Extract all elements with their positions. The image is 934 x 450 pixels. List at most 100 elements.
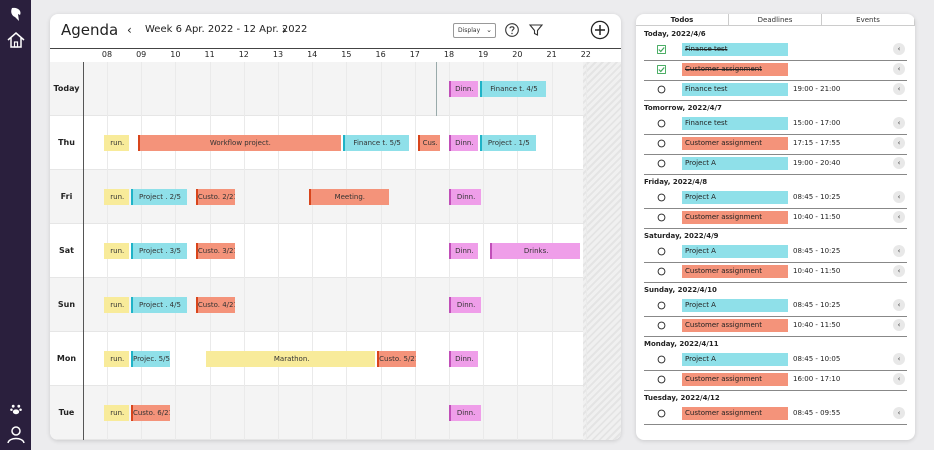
checkbox-circle-icon[interactable] — [657, 193, 666, 202]
tab-events[interactable]: Events — [822, 14, 915, 26]
calendar-event[interactable]: run. — [103, 243, 129, 259]
tab-todos[interactable]: Todos — [636, 14, 729, 26]
paw-icon[interactable] — [9, 402, 23, 416]
checkbox-circle-icon[interactable] — [657, 409, 666, 418]
calendar-event[interactable]: Marathon. — [206, 351, 376, 367]
checkbox-checked-icon[interactable] — [657, 45, 666, 54]
calendar-event[interactable]: Meeting. — [308, 189, 389, 205]
calendar-event[interactable]: Finance t. 5/5 — [342, 135, 410, 151]
user-icon[interactable] — [6, 424, 26, 444]
todo-time: 08:45 - 10:25 — [793, 301, 841, 309]
todo-item: Customer assignment 10:40 - 11:50 ‹ — [644, 263, 907, 283]
chevron-left-icon[interactable]: ‹ — [893, 191, 905, 203]
calendar-event[interactable]: Custo. 5/21 — [377, 351, 417, 367]
calendar-event[interactable]: run. — [103, 351, 129, 367]
hour-label: 11 — [204, 50, 215, 59]
logo-icon[interactable] — [6, 5, 26, 25]
home-icon[interactable] — [6, 30, 26, 50]
day-column-separator — [83, 62, 84, 440]
chevron-left-icon[interactable]: ‹ — [893, 353, 905, 365]
calendar-event[interactable]: Dinn. — [449, 189, 482, 205]
section-heading: Tomorrow, 2022/4/7 — [644, 104, 722, 112]
calendar-event[interactable]: run. — [103, 297, 129, 313]
chevron-left-icon[interactable]: ‹ — [893, 117, 905, 129]
add-icon[interactable] — [590, 20, 610, 40]
chevron-left-icon[interactable]: ‹ — [893, 211, 905, 223]
todo-item: Customer assignment 08:45 - 09:55 ‹ — [644, 405, 907, 425]
calendar-event[interactable]: Custo. 2/21 — [195, 189, 235, 205]
calendar-event[interactable]: Dinn. — [449, 81, 478, 97]
chevron-left-icon[interactable]: ‹ — [893, 157, 905, 169]
calendar-event[interactable]: Workflow project. — [137, 135, 341, 151]
todo-item: Project A 08:45 - 10:05 ‹ — [644, 351, 907, 371]
calendar-event[interactable]: Project . 3/5 — [130, 243, 188, 259]
checkbox-circle-icon[interactable] — [657, 355, 666, 364]
checkbox-circle-icon[interactable] — [657, 247, 666, 256]
checkbox-circle-icon[interactable] — [657, 119, 666, 128]
calendar-event[interactable]: run. — [103, 189, 129, 205]
calendar-event[interactable]: Dinn. — [449, 297, 482, 313]
calendar-event[interactable]: Dinn. — [449, 351, 478, 367]
section-heading: Monday, 2022/4/11 — [644, 340, 719, 348]
hour-gridline — [483, 62, 485, 440]
checkbox-circle-icon[interactable] — [657, 85, 666, 94]
chevron-left-icon[interactable]: ‹ — [893, 407, 905, 419]
todo-time: 08:45 - 10:25 — [793, 247, 841, 255]
day-label: Mon — [56, 354, 77, 363]
calendar-event[interactable]: Dinn. — [449, 243, 478, 259]
hour-gridline — [278, 62, 279, 440]
hour-label: 09 — [136, 50, 147, 59]
section-heading: Saturday, 2022/4/9 — [644, 232, 719, 240]
calendar-event[interactable]: Project . 4/5 — [130, 297, 188, 313]
calendar-event[interactable]: Custo. 6/21 — [130, 405, 170, 421]
chevron-left-icon[interactable]: ‹ — [893, 43, 905, 55]
day-label: Sun — [57, 300, 76, 309]
prev-week-button[interactable]: ‹ — [127, 23, 132, 37]
hour-gridline — [585, 62, 587, 440]
checkbox-checked-icon[interactable] — [657, 65, 666, 74]
checkbox-circle-icon[interactable] — [657, 139, 666, 148]
tab-deadlines[interactable]: Deadlines — [729, 14, 822, 26]
hour-gridline — [380, 62, 382, 440]
chevron-left-icon[interactable]: ‹ — [893, 63, 905, 75]
chevron-left-icon[interactable]: ‹ — [893, 319, 905, 331]
calendar-event[interactable]: run. — [103, 135, 129, 151]
todo-label: Customer assignment — [682, 319, 788, 332]
current-time-line — [436, 62, 437, 116]
todo-item: Project A 19:00 - 20:40 ‹ — [644, 155, 907, 175]
chevron-left-icon[interactable]: ‹ — [893, 265, 905, 277]
checkbox-circle-icon[interactable] — [657, 213, 666, 222]
chevron-left-icon[interactable]: ‹ — [893, 245, 905, 257]
calendar-event[interactable]: Project . 2/5 — [130, 189, 188, 205]
calendar-event[interactable]: Custo. 3/21 — [195, 243, 235, 259]
calendar-event[interactable]: Projec. 5/5 — [130, 351, 170, 367]
checkbox-circle-icon[interactable] — [657, 321, 666, 330]
chevron-left-icon[interactable]: ‹ — [893, 83, 905, 95]
todo-label: Customer assignment — [682, 373, 788, 386]
calendar-event[interactable]: Drinks. — [490, 243, 581, 259]
chevron-left-icon[interactable]: ‹ — [893, 299, 905, 311]
chevron-left-icon[interactable]: ‹ — [893, 373, 905, 385]
hour-label: 15 — [341, 50, 352, 59]
checkbox-circle-icon[interactable] — [657, 375, 666, 384]
calendar-event[interactable]: Dinn. — [449, 135, 478, 151]
calendar-event[interactable]: Dinn. — [449, 405, 482, 421]
calendar-event[interactable]: Custo. 4/21 — [195, 297, 235, 313]
next-week-button[interactable]: › — [282, 23, 287, 37]
todo-time: 10:40 - 11:50 — [793, 213, 841, 221]
calendar-event[interactable]: run. — [103, 405, 129, 421]
calendar-event[interactable]: Cus. — [418, 135, 441, 151]
display-select[interactable]: Display ⌄ — [453, 23, 496, 38]
todo-time: 10:40 - 11:50 — [793, 267, 841, 275]
checkbox-circle-icon[interactable] — [657, 267, 666, 276]
checkbox-circle-icon[interactable] — [657, 159, 666, 168]
todo-time: 08:45 - 10:05 — [793, 355, 841, 363]
chevron-left-icon[interactable]: ‹ — [893, 137, 905, 149]
checkbox-circle-icon[interactable] — [657, 301, 666, 310]
todo-label: Customer assignment — [682, 407, 788, 420]
calendar-event[interactable]: Project . 1/5 — [479, 135, 536, 151]
day-label: Tue — [58, 408, 75, 417]
filter-icon[interactable] — [528, 22, 544, 38]
help-icon[interactable] — [504, 22, 520, 38]
calendar-event[interactable]: Finance t. 4/5 — [479, 81, 547, 97]
